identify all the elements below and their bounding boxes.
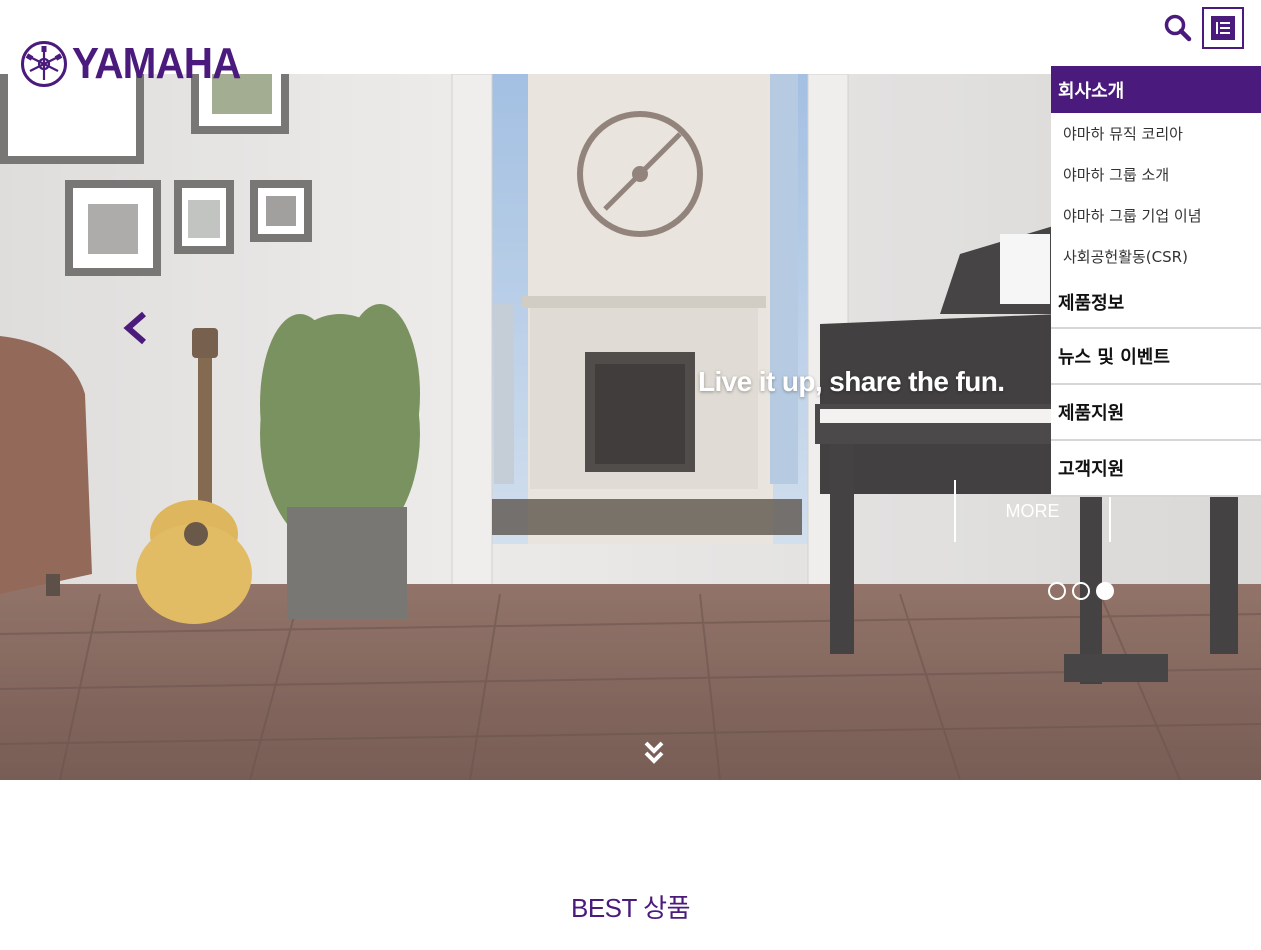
menu-icon [1211,16,1235,40]
chevron-left-icon[interactable] [118,308,152,348]
nav-item-customer-support[interactable]: 고객지원 [1051,441,1261,497]
yamaha-emblem-icon [21,41,67,87]
search-icon[interactable] [1160,10,1196,46]
hero-headline: Live it up, share the fun. [698,366,1005,397]
slide-dot-3[interactable] [1096,582,1114,600]
nav-item-product-support[interactable]: 제품지원 [1051,385,1261,441]
nav-item-news-events[interactable]: 뉴스 및 이벤트 [1051,329,1261,385]
submenu-item-csr[interactable]: 사회공헌활동(CSR) [1051,236,1261,277]
nav-item-company[interactable]: 회사소개 [1051,66,1261,113]
slide-dot-2[interactable] [1072,582,1090,600]
double-chevron-down-icon[interactable] [642,740,666,766]
best-products-title: BEST 상품 [570,893,691,923]
nav-item-products[interactable]: 제품정보 [1051,277,1261,329]
yamaha-logo[interactable]: YAMAHA [20,40,255,88]
brand-name: YAMAHA [72,39,241,88]
slide-dot-1[interactable] [1048,582,1066,600]
menu-button[interactable] [1202,7,1244,49]
submenu-item-philosophy[interactable]: 야마하 그룹 기업 이념 [1051,195,1261,236]
company-submenu: 야마하 뮤직 코리아 야마하 그룹 소개 야마하 그룹 기업 이념 사회공헌활동… [1051,113,1261,277]
slider-pagination [1048,582,1114,600]
side-navigation: 회사소개 야마하 뮤직 코리아 야마하 그룹 소개 야마하 그룹 기업 이념 사… [1051,66,1261,497]
submenu-item-music-korea[interactable]: 야마하 뮤직 코리아 [1051,113,1261,154]
submenu-item-group-intro[interactable]: 야마하 그룹 소개 [1051,154,1261,195]
